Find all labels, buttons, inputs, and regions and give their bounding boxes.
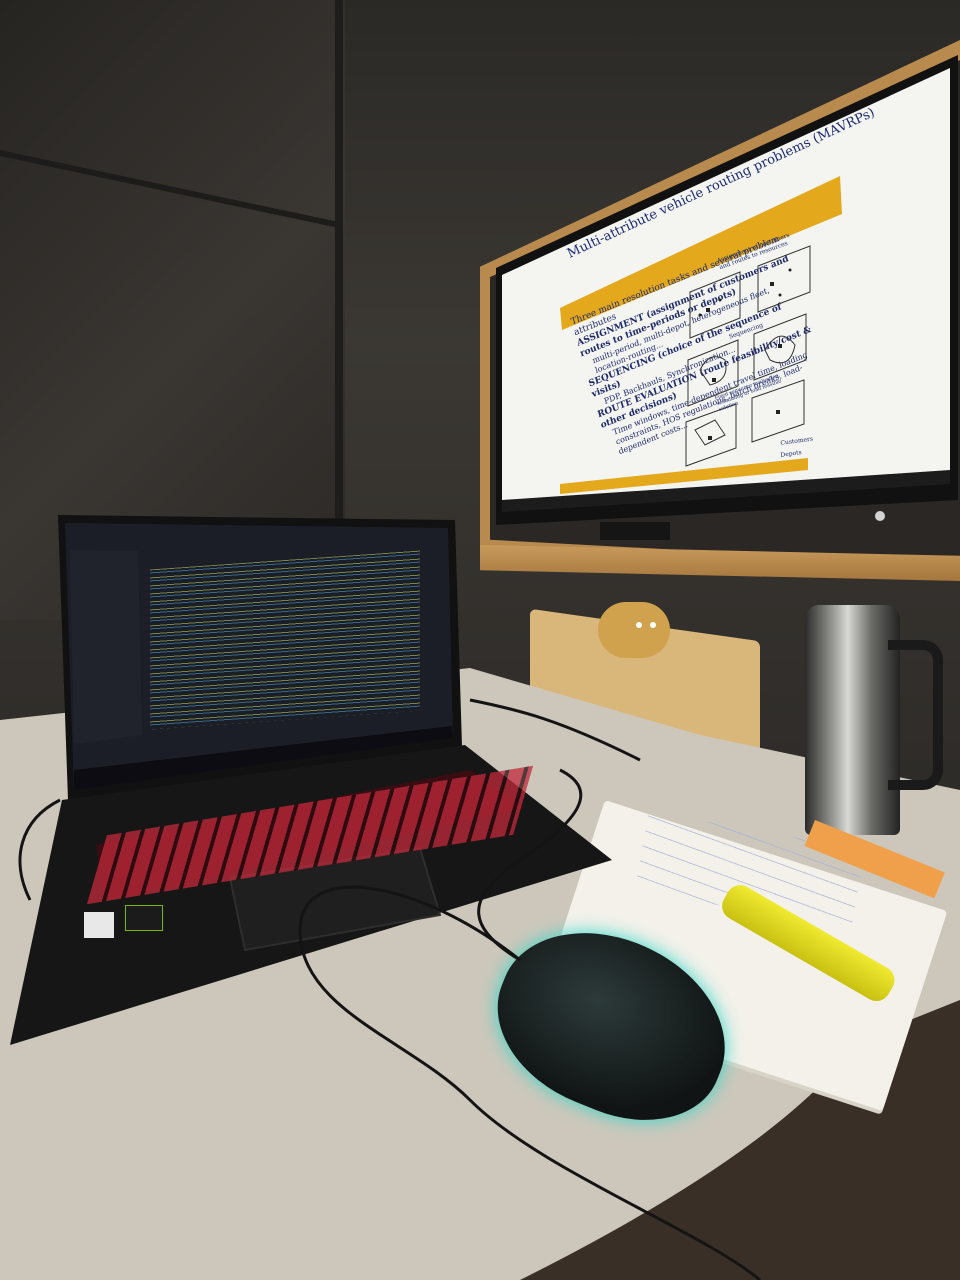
- cables: [18, 698, 761, 1280]
